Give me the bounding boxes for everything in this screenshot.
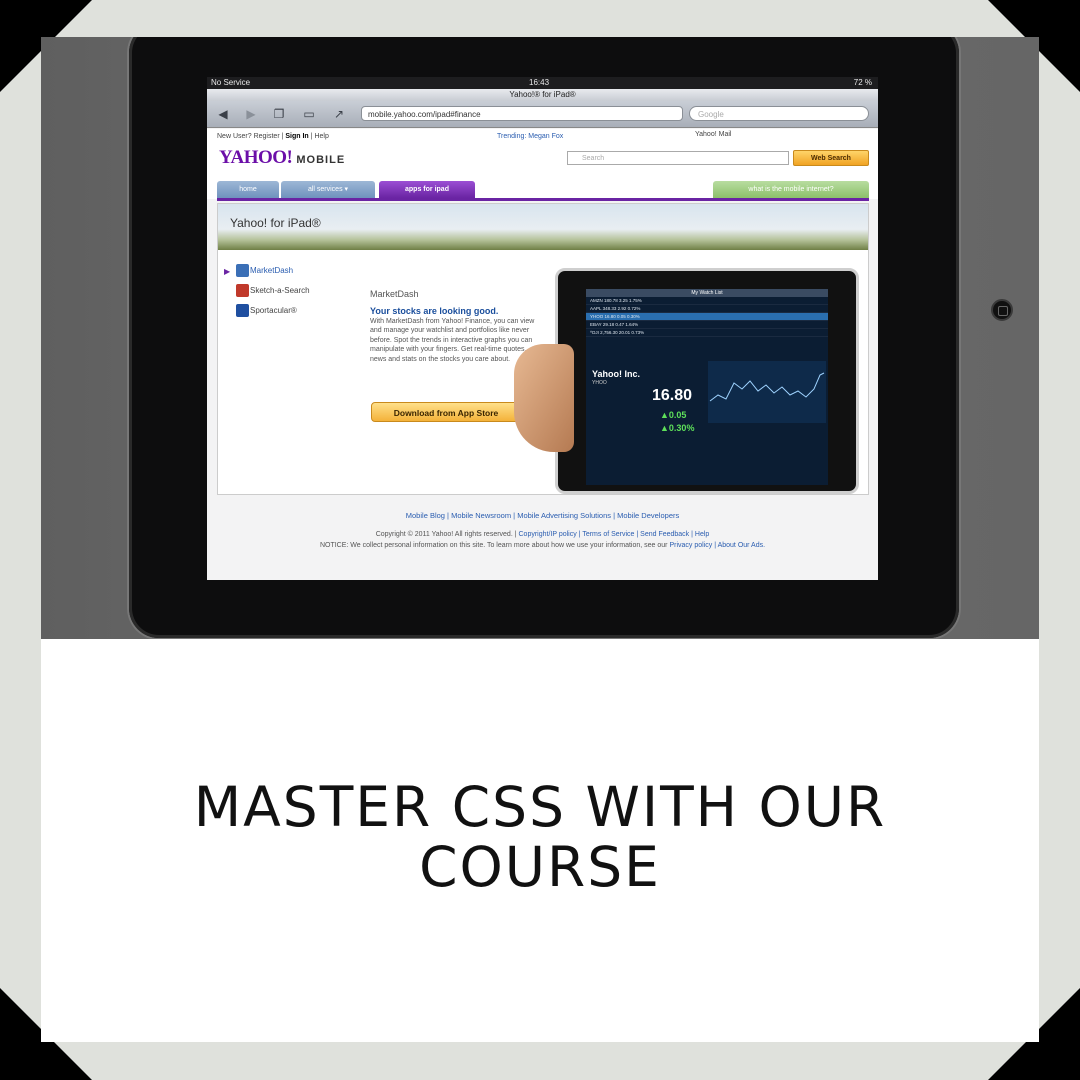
quote-row: YHOO 16.80 0.05 0.30% bbox=[586, 313, 828, 321]
quote-price: 16.80 bbox=[652, 387, 693, 404]
sketch-icon bbox=[236, 284, 249, 297]
sidebar-item-marketdash[interactable]: ▶ MarketDash bbox=[224, 264, 310, 284]
watchlist-title: My Watch List bbox=[586, 289, 828, 297]
tab-apps-for-ipad[interactable]: apps for ipad bbox=[379, 181, 475, 198]
quote-row: AAPL 348.33 2.92 0.72% bbox=[586, 305, 828, 313]
app-sidebar: ▶ MarketDash Sketch-a-Search Sportacular® bbox=[224, 264, 310, 324]
promo-body: With MarketDash from Yahoo! Finance, you… bbox=[370, 317, 535, 363]
bookmarks-icon[interactable]: ▭ bbox=[301, 106, 317, 122]
tablet-image: My Watch List AMZN 180.78 3.25 1.75% AAP… bbox=[555, 268, 859, 494]
tab-mobile-internet[interactable]: what is the mobile internet? bbox=[713, 181, 869, 198]
promo-text: MarketDash Your stocks are looking good.… bbox=[370, 289, 542, 364]
mini-links[interactable]: Yahoo! Mail bbox=[695, 131, 731, 138]
quote-pct: ▲0.30% bbox=[660, 423, 695, 433]
carrier-label: No Service bbox=[211, 78, 251, 87]
yahoo-header: New User? Register | Sign In | Help Tren… bbox=[207, 129, 878, 201]
pages-icon[interactable]: ❐ bbox=[271, 106, 287, 122]
quote-change: ▲0.05 bbox=[660, 410, 687, 420]
notice-text: NOTICE: We collect personal information … bbox=[319, 542, 668, 549]
sidebar-item-label: MarketDash bbox=[250, 266, 294, 275]
logo-text: YAHOO! bbox=[219, 147, 293, 168]
copyright-text: Copyright © 2011 Yahoo! All rights reser… bbox=[375, 531, 517, 538]
browser-title: Yahoo!® for iPad® bbox=[207, 89, 878, 101]
download-button[interactable]: Download from App Store bbox=[371, 402, 521, 422]
yahoo-search-input[interactable]: Search bbox=[567, 151, 789, 165]
promo-headline: Your stocks are looking good. bbox=[370, 305, 499, 316]
privacy-links[interactable]: Privacy policy | About Our Ads. bbox=[669, 542, 765, 549]
quote-symbol: YHOO bbox=[592, 380, 607, 386]
change-value: 0.05 bbox=[668, 410, 687, 420]
sidebar-item-sketch[interactable]: Sketch-a-Search bbox=[224, 284, 310, 304]
new-user-label: New User? bbox=[217, 133, 252, 140]
tab-home[interactable]: home bbox=[217, 181, 279, 198]
sportacular-icon bbox=[236, 304, 249, 317]
caption-line-1: MASTER CSS WITH OUR bbox=[193, 775, 887, 839]
footer-copyright: Copyright © 2011 Yahoo! All rights reser… bbox=[207, 529, 878, 551]
help-link[interactable]: Help bbox=[314, 133, 328, 140]
footer-links[interactable]: Mobile Blog | Mobile Newsroom | Mobile A… bbox=[207, 511, 878, 520]
google-search-field[interactable]: Google bbox=[689, 106, 869, 121]
banner: Yahoo! for iPad® bbox=[218, 204, 868, 250]
quote-row: AMZN 180.78 3.25 1.75% bbox=[586, 297, 828, 305]
caption-line-2: COURSE bbox=[419, 835, 661, 899]
battery-label: 72 % bbox=[853, 78, 872, 87]
sign-in-link[interactable]: Sign In bbox=[285, 133, 308, 140]
browser-toolbar: ◀ ▶ ❐ ▭ ↗ mobile.yahoo.com/ipad#finance … bbox=[207, 101, 878, 128]
url-field[interactable]: mobile.yahoo.com/ipad#finance bbox=[361, 106, 683, 121]
quote-name: Yahoo! Inc. bbox=[592, 369, 641, 379]
web-search-button[interactable]: Web Search bbox=[793, 150, 869, 166]
banner-title: Yahoo! for iPad® bbox=[230, 216, 321, 230]
sidebar-item-label: Sportacular® bbox=[250, 306, 297, 315]
marketdash-icon bbox=[236, 264, 249, 277]
logo-suffix: MOBILE bbox=[296, 154, 346, 166]
clock: 16:43 bbox=[529, 78, 550, 87]
sidebar-item-label: Sketch-a-Search bbox=[250, 286, 310, 295]
status-bar: No Service 16:43 72 % bbox=[207, 77, 878, 89]
policy-links[interactable]: Copyright/IP policy | Terms of Service |… bbox=[519, 531, 710, 538]
share-icon[interactable]: ↗ bbox=[331, 106, 347, 122]
ipad-screen: No Service 16:43 72 % Yahoo!® for iPad® … bbox=[207, 77, 878, 580]
promo-app-name: MarketDash bbox=[370, 289, 419, 299]
tablet-screen: My Watch List AMZN 180.78 3.25 1.75% AAP… bbox=[586, 289, 828, 485]
stock-chart-line bbox=[709, 372, 825, 402]
pct-value: 0.30% bbox=[668, 423, 695, 433]
back-icon[interactable]: ◀ bbox=[215, 106, 231, 122]
tab-all-services[interactable]: all services ▾ bbox=[281, 181, 375, 198]
post-card: No Service 16:43 72 % Yahoo!® for iPad® … bbox=[41, 37, 1039, 1042]
yahoo-logo[interactable]: YAHOO! MOBILE bbox=[219, 147, 345, 169]
stock-chart bbox=[708, 361, 826, 423]
selected-arrow-icon: ▶ bbox=[224, 267, 231, 276]
sidebar-item-sportacular[interactable]: Sportacular® bbox=[224, 304, 310, 324]
main-content: Yahoo! for iPad® ▶ MarketDash Sketch-a-Se… bbox=[217, 203, 869, 495]
ipad-photo: No Service 16:43 72 % Yahoo!® for iPad® … bbox=[41, 37, 1039, 639]
yahoo-tabs: home all services ▾ apps for ipad what i… bbox=[217, 181, 869, 201]
quote-row: ^DJI 2,756.30 20.01 0.73% bbox=[586, 329, 828, 337]
account-links: New User? Register | Sign In | Help bbox=[217, 133, 329, 140]
register-link[interactable]: Register bbox=[254, 133, 280, 140]
trending-link[interactable]: Trending: Megan Fox bbox=[497, 133, 563, 140]
hand-image bbox=[514, 344, 574, 452]
home-button bbox=[991, 299, 1013, 321]
course-caption: MASTER CSS WITH OUR COURSE bbox=[41, 777, 1039, 897]
forward-icon[interactable]: ▶ bbox=[243, 106, 259, 122]
quote-row: EBAY 29.18 0.47 1.64% bbox=[586, 321, 828, 329]
